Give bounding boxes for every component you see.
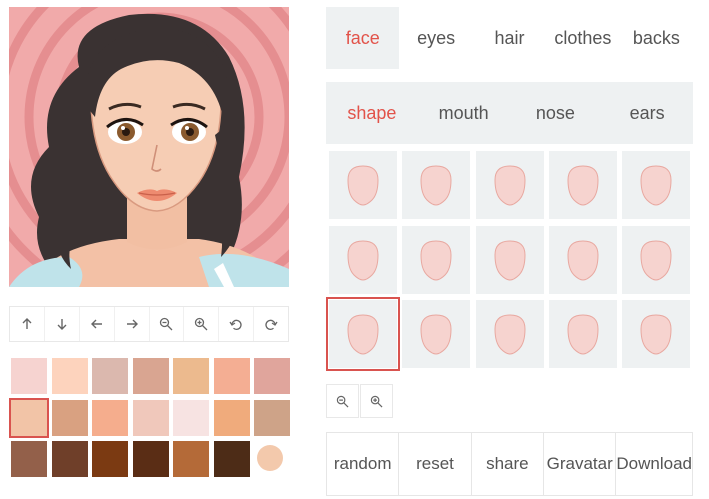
face-shape-icon (347, 314, 379, 355)
face-shape-option[interactable] (475, 300, 544, 368)
face-shape-option[interactable] (402, 225, 471, 294)
tab-hair[interactable]: hair (473, 7, 546, 69)
zoom-out-icon (160, 317, 173, 331)
arrow-right-icon (126, 319, 138, 329)
redo-button[interactable] (254, 307, 288, 341)
face-shape-icon (347, 239, 379, 281)
avatar-maker: face eyes hair clothes backs shape mouth nose e… (0, 0, 709, 499)
subtab-mouth[interactable]: mouth (418, 82, 510, 144)
tab-face[interactable]: face (326, 7, 400, 69)
skin-color-swatch[interactable] (254, 399, 290, 436)
skin-color-swatch[interactable] (257, 445, 283, 471)
face-shape-option[interactable] (548, 225, 617, 294)
skin-color-swatch[interactable] (173, 358, 209, 394)
tab-eyes[interactable]: eyes (399, 7, 472, 69)
skin-color-swatch[interactable] (132, 399, 169, 436)
subcategory-tabs: shape mouth nose ears (326, 82, 693, 144)
face-shape-option[interactable] (329, 225, 397, 294)
face-shape-icon (640, 165, 672, 206)
grid-zoom-out-button[interactable] (326, 384, 359, 418)
avatar-preview (9, 7, 289, 287)
skin-color-swatch[interactable] (132, 358, 169, 394)
face-shape-icon (567, 165, 599, 206)
category-tabs: face eyes hair clothes backs (326, 7, 693, 69)
face-shape-icon (420, 314, 452, 355)
face-shape-option[interactable] (548, 300, 617, 368)
skin-color-swatch[interactable] (92, 358, 128, 394)
move-up-button[interactable] (10, 307, 45, 341)
zoom-out-button[interactable] (150, 307, 185, 341)
skin-color-swatch[interactable] (11, 358, 47, 394)
face-shape-option[interactable] (622, 151, 691, 219)
reset-button[interactable]: reset (399, 433, 472, 495)
skin-color-swatch[interactable] (51, 399, 88, 436)
skin-color-swatch[interactable] (51, 441, 88, 477)
face-shape-option[interactable] (475, 225, 544, 294)
subtab-ears[interactable]: ears (601, 82, 693, 144)
face-shape-icon (494, 314, 526, 355)
undo-button[interactable] (219, 307, 255, 341)
subtab-nose[interactable]: nose (510, 82, 602, 144)
face-shape-icon (567, 239, 599, 281)
skin-color-swatch[interactable] (51, 358, 88, 394)
face-shape-option[interactable] (548, 151, 617, 219)
skin-color-swatch[interactable] (11, 441, 47, 477)
face-shape-option[interactable] (329, 151, 397, 219)
skin-color-swatch[interactable] (132, 441, 169, 477)
gravatar-button[interactable]: Gravatar (544, 433, 617, 495)
avatar-illustration (9, 7, 289, 287)
arrow-down-icon (57, 319, 67, 330)
face-shape-icon (494, 165, 526, 206)
grid-zoom-controls (326, 384, 393, 418)
tab-clothes[interactable]: clothes (546, 7, 619, 69)
random-button[interactable]: random (327, 433, 400, 495)
zoom-in-icon (195, 317, 208, 331)
undo-icon (229, 319, 242, 330)
face-shape-icon (640, 314, 672, 355)
zoom-in-button[interactable] (184, 307, 220, 341)
move-left-button[interactable] (80, 307, 115, 341)
grid-zoom-in-button[interactable] (360, 384, 393, 418)
move-right-button[interactable] (115, 307, 150, 341)
face-shape-icon (640, 239, 672, 281)
zoom-in-icon (370, 395, 383, 407)
skin-color-swatch[interactable] (9, 397, 49, 438)
face-shape-option[interactable] (475, 151, 544, 219)
face-shape-icon (567, 314, 599, 355)
subtab-shape[interactable]: shape (326, 82, 418, 144)
share-button[interactable]: share (472, 433, 545, 495)
face-shape-option[interactable] (402, 151, 471, 219)
avatar-toolbar (9, 306, 289, 342)
face-shape-icon (420, 239, 452, 281)
zoom-out-icon (336, 395, 349, 407)
arrow-left-icon (90, 319, 102, 329)
face-shape-option[interactable] (326, 297, 400, 371)
face-shape-icon (347, 165, 379, 206)
face-shape-option[interactable] (622, 300, 691, 368)
skin-color-swatch[interactable] (213, 399, 250, 436)
skin-color-swatch[interactable] (92, 399, 128, 436)
skin-color-swatch[interactable] (92, 441, 128, 477)
skin-color-swatch[interactable] (173, 441, 209, 477)
arrow-up-icon (22, 318, 32, 329)
action-bar: random reset share Gravatar Download (326, 432, 693, 496)
tab-backs[interactable]: backs (620, 7, 693, 69)
move-down-button[interactable] (45, 307, 80, 341)
skin-color-swatch[interactable] (213, 441, 250, 477)
skin-color-swatch[interactable] (254, 358, 290, 394)
skin-color-swatch[interactable] (173, 399, 209, 436)
face-shape-option[interactable] (402, 300, 471, 368)
face-shape-option[interactable] (622, 225, 691, 294)
download-button[interactable]: Download (616, 433, 692, 495)
face-shape-icon (494, 239, 526, 281)
redo-icon (265, 319, 278, 330)
skin-color-swatch[interactable] (213, 358, 250, 394)
face-shape-icon (420, 165, 452, 206)
